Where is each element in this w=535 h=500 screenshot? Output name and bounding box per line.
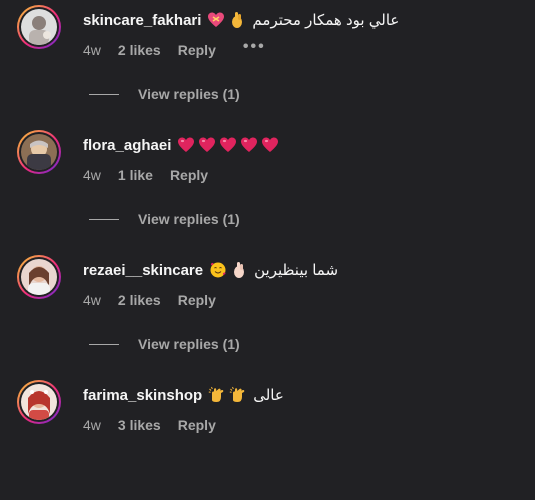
more-options-icon[interactable]: ••• bbox=[243, 39, 266, 55]
comment-username[interactable]: skincare_fakhari bbox=[83, 12, 201, 29]
avatar-photo bbox=[21, 259, 57, 295]
pinching-hand-icon bbox=[230, 261, 248, 279]
pinching-hand-icon bbox=[228, 11, 246, 29]
avatar-photo bbox=[21, 134, 57, 170]
comment-username[interactable]: rezaei__skincare bbox=[83, 262, 203, 279]
likes-count[interactable]: 1 like bbox=[118, 167, 153, 183]
comment-text: عالی bbox=[253, 387, 284, 404]
comment-time: 4w bbox=[83, 167, 101, 183]
likes-count[interactable]: 3 likes bbox=[118, 417, 161, 433]
pink-heart-icon bbox=[177, 136, 195, 154]
view-replies-button[interactable]: View replies (1) bbox=[89, 210, 240, 228]
comment-item: skincare_fakhari عالي بود همکار محترمم 4… bbox=[0, 0, 535, 125]
avatar[interactable] bbox=[17, 130, 61, 174]
comment-username[interactable]: farima_skinshop bbox=[83, 387, 202, 404]
comment-item: farima_skinshop عالی 4w 3 likes Reply bbox=[0, 375, 535, 500]
avatar[interactable] bbox=[17, 5, 61, 49]
view-replies-label: View replies (1) bbox=[138, 336, 240, 352]
comment-item: rezaei__skincare شما بینظیرین 4w 2 likes… bbox=[0, 250, 535, 375]
comment-text: عالي بود همکار محترمم bbox=[252, 12, 400, 29]
pink-heart-icon bbox=[261, 136, 279, 154]
avatar-photo bbox=[21, 384, 57, 420]
reply-button[interactable]: Reply bbox=[178, 292, 216, 308]
avatar-photo bbox=[21, 9, 57, 45]
comment-username[interactable]: flora_aghaei bbox=[83, 137, 171, 154]
pink-heart-icon bbox=[198, 136, 216, 154]
divider bbox=[89, 93, 119, 95]
comment-item: flora_aghaei 4w 1 like Reply View replie… bbox=[0, 125, 535, 250]
reply-button[interactable]: Reply bbox=[178, 417, 216, 433]
reply-button[interactable]: Reply bbox=[170, 167, 208, 183]
comment-time: 4w bbox=[83, 417, 101, 433]
heart-with-ribbon-icon bbox=[207, 11, 225, 29]
avatar[interactable] bbox=[17, 380, 61, 424]
view-replies-label: View replies (1) bbox=[138, 211, 240, 227]
clapping-hands-icon bbox=[208, 386, 226, 404]
avatar[interactable] bbox=[17, 255, 61, 299]
comment-text: شما بینظیرین bbox=[254, 262, 339, 279]
clapping-hands-icon bbox=[229, 386, 247, 404]
divider bbox=[89, 343, 119, 345]
likes-count[interactable]: 2 likes bbox=[118, 292, 161, 308]
smiling-face-with-hearts-icon bbox=[209, 261, 227, 279]
pink-heart-icon bbox=[219, 136, 237, 154]
pink-heart-icon bbox=[240, 136, 258, 154]
comment-time: 4w bbox=[83, 42, 101, 58]
comment-time: 4w bbox=[83, 292, 101, 308]
view-replies-button[interactable]: View replies (1) bbox=[89, 85, 240, 103]
divider bbox=[89, 218, 119, 220]
likes-count[interactable]: 2 likes bbox=[118, 42, 161, 58]
view-replies-button[interactable]: View replies (1) bbox=[89, 335, 240, 353]
view-replies-label: View replies (1) bbox=[138, 86, 240, 102]
reply-button[interactable]: Reply bbox=[178, 42, 216, 58]
